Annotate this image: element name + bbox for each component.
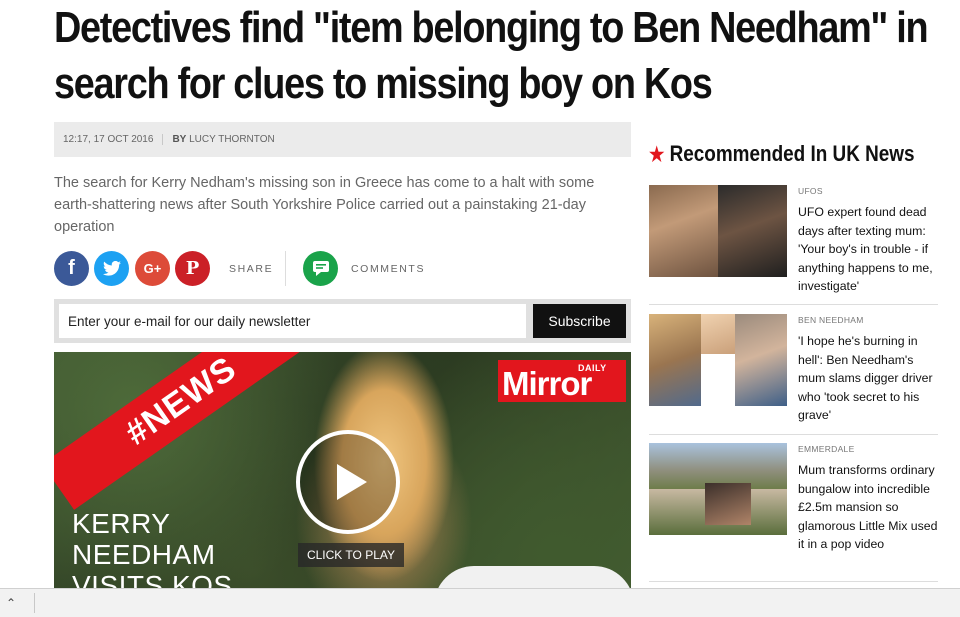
video-player[interactable]: #NEWS DAILY Mirror KERRY NEEDHAM VISITS … — [54, 352, 631, 588]
recommended-item[interactable]: UFOS UFO expert found dead days after te… — [649, 185, 938, 295]
logo-mirror-text: Mirror — [502, 365, 592, 402]
byline-prefix: BY — [172, 134, 187, 145]
daily-mirror-logo: DAILY Mirror — [498, 360, 626, 402]
author-link[interactable]: LUCY THORNTON — [189, 134, 275, 145]
video-thumbnail-detail — [434, 566, 631, 588]
comments-label[interactable]: COMMENTS — [351, 263, 425, 275]
bottom-bar-divider — [34, 593, 35, 613]
recommended-title-text: Recommended In UK News — [669, 141, 915, 166]
newsletter-email-input[interactable] — [59, 304, 526, 338]
recommended-headline[interactable]: Mum transforms ordinary bungalow into in… — [798, 461, 943, 554]
googleplus-share-button[interactable]: G+ — [135, 251, 170, 286]
play-icon — [337, 464, 367, 500]
recommended-divider — [649, 581, 938, 582]
recommended-headline[interactable]: UFO expert found dead days after texting… — [798, 203, 943, 296]
recommended-item[interactable]: EMMERDALE Mum transforms ordinary bungal… — [649, 443, 938, 578]
share-label[interactable]: SHARE — [229, 263, 273, 275]
article-standfirst: The search for Kerry Nedham's missing so… — [54, 175, 595, 235]
recommended-category[interactable]: EMMERDALE — [798, 444, 855, 454]
article-byline: BY LUCY THORNTON — [163, 134, 274, 145]
share-row: f G+ P SHARE COMMENTS — [54, 251, 634, 287]
video-caption: KERRY NEEDHAM VISITS KOS — [72, 508, 233, 588]
article-date: 12:17, 17 OCT 2016 — [54, 134, 164, 145]
recommended-divider — [649, 304, 938, 305]
newsletter-form: Subscribe — [54, 299, 631, 343]
recommended-headline[interactable]: 'I hope he's burning in hell': Ben Needh… — [798, 332, 943, 425]
recommended-thumbnail[interactable] — [649, 443, 787, 535]
recommended-divider — [649, 434, 938, 435]
recommended-thumbnail[interactable] — [649, 314, 787, 406]
comment-icon — [312, 261, 329, 276]
share-divider — [285, 251, 286, 286]
chevron-up-icon[interactable]: ⌃ — [6, 596, 16, 610]
play-button[interactable] — [296, 430, 400, 534]
pinterest-share-button[interactable]: P — [175, 251, 210, 286]
comments-button[interactable] — [303, 251, 338, 286]
recommended-category[interactable]: BEN NEEDHAM — [798, 315, 864, 325]
pinterest-icon: P — [185, 258, 200, 279]
recommended-category[interactable]: UFOS — [798, 186, 823, 196]
facebook-share-button[interactable]: f — [54, 251, 89, 286]
star-icon: ★ — [649, 144, 665, 166]
article-meta-bar: 12:17, 17 OCT 2016 BY LUCY THORNTON — [54, 122, 631, 157]
googleplus-icon: G+ — [143, 261, 162, 276]
recommended-section-title: ★ Recommended In UK News — [649, 141, 915, 167]
twitter-share-button[interactable] — [94, 251, 129, 286]
recommended-item[interactable]: BEN NEEDHAM 'I hope he's burning in hell… — [649, 314, 938, 424]
video-caption-line: KERRY — [72, 508, 171, 539]
twitter-icon — [102, 261, 121, 276]
subscribe-button[interactable]: Subscribe — [533, 304, 626, 338]
recommended-thumbnail[interactable] — [649, 185, 787, 277]
article-headline: Detectives find "item belonging to Ben N… — [54, 3, 929, 108]
video-caption-line: NEEDHAM — [72, 539, 216, 570]
browser-bottom-bar: ⌃ — [0, 588, 960, 617]
click-to-play-label[interactable]: CLICK TO PLAY — [298, 543, 404, 567]
facebook-icon: f — [68, 257, 75, 279]
video-caption-line: VISITS KOS — [72, 570, 233, 588]
